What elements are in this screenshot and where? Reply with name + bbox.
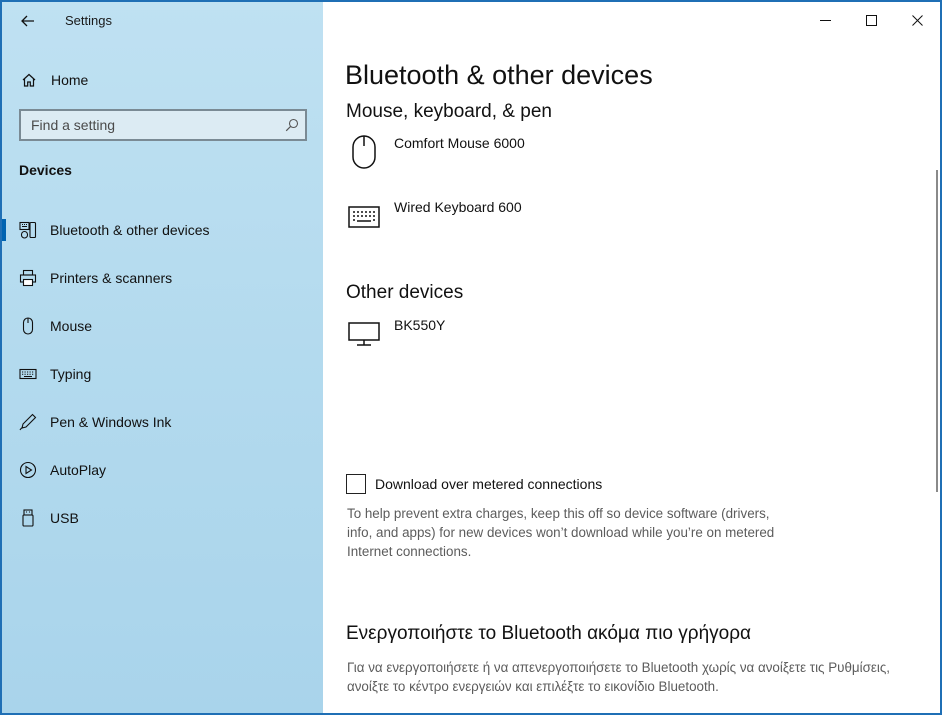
back-arrow-icon — [21, 15, 34, 27]
keyboard-icon — [19, 365, 37, 383]
search-icon[interactable] — [285, 118, 299, 132]
app-title: Settings — [65, 13, 112, 28]
sidebar-item-label: Printers & scanners — [50, 270, 173, 286]
quick-bluetooth-description: Για να ενεργοποιήσετε ή να απενεργοποιήσ… — [347, 660, 891, 694]
usb-icon — [19, 509, 37, 527]
pen-icon — [19, 413, 37, 431]
mouse-keyboard-pen-heading: Mouse, keyboard, & pen — [346, 101, 552, 122]
window-controls — [802, 2, 940, 38]
bluetooth-devices-icon — [19, 221, 37, 239]
minimize-icon — [819, 19, 831, 21]
maximize-button[interactable] — [848, 2, 894, 38]
sidebar-nav: Bluetooth & other devices Printers & sca… — [2, 206, 323, 542]
search-box[interactable] — [19, 109, 307, 141]
sidebar-item-usb[interactable]: USB — [2, 494, 323, 542]
home-icon — [22, 73, 36, 87]
page-title: Bluetooth & other devices — [345, 60, 653, 90]
sidebar-item-autoplay[interactable]: AutoPlay — [2, 446, 323, 494]
close-button[interactable] — [894, 2, 940, 38]
titlebar-left: Settings — [2, 2, 323, 40]
sidebar-item-printers[interactable]: Printers & scanners — [2, 254, 323, 302]
minimize-button[interactable] — [802, 2, 848, 38]
sidebar: Settings Home Devices Bluetooth & other … — [2, 2, 323, 713]
keyboard-icon — [347, 199, 381, 235]
maximize-icon — [865, 14, 877, 26]
back-button[interactable] — [16, 10, 40, 32]
printer-icon — [19, 269, 37, 287]
metered-connections-checkbox[interactable] — [346, 474, 366, 494]
mouse-icon — [347, 134, 381, 170]
metered-description: To help prevent extra charges, keep this… — [347, 506, 775, 559]
sidebar-item-label: AutoPlay — [50, 462, 107, 478]
device-item-keyboard[interactable]: Wired Keyboard 600 — [345, 198, 745, 248]
sidebar-item-label: Mouse — [50, 318, 93, 334]
device-name: Comfort Mouse 6000 — [394, 135, 525, 151]
mouse-icon — [19, 317, 37, 335]
metered-connections-label: Download over metered connections — [375, 476, 603, 492]
sidebar-item-mouse[interactable]: Mouse — [2, 302, 323, 350]
other-devices-heading: Other devices — [346, 282, 464, 303]
device-name: BK550Y — [394, 317, 446, 333]
home-label: Home — [51, 72, 89, 88]
metered-connections-option[interactable]: Download over metered connections — [346, 474, 602, 494]
sidebar-item-label: Pen & Windows Ink — [50, 414, 172, 430]
sidebar-item-bluetooth[interactable]: Bluetooth & other devices — [2, 206, 323, 254]
sidebar-item-label: Typing — [50, 366, 92, 382]
autoplay-icon — [19, 461, 37, 479]
sidebar-item-typing[interactable]: Typing — [2, 350, 323, 398]
quick-bluetooth-heading: Ενεργοποιήστε το Bluetooth ακόμα πιο γρή… — [346, 623, 752, 644]
main-content: Bluetooth & other devices Mouse, keyboar… — [323, 2, 940, 713]
home-nav-item[interactable]: Home — [2, 64, 323, 96]
devices-section-label: Devices — [19, 162, 72, 178]
sidebar-item-pen[interactable]: Pen & Windows Ink — [2, 398, 323, 446]
device-name: Wired Keyboard 600 — [394, 199, 522, 215]
device-item-mouse[interactable]: Comfort Mouse 6000 — [345, 134, 745, 184]
scrollbar[interactable] — [936, 170, 938, 492]
monitor-icon — [347, 316, 381, 352]
search-input[interactable] — [21, 111, 271, 139]
close-icon — [911, 14, 923, 26]
settings-window: Settings Home Devices Bluetooth & other … — [2, 2, 940, 713]
device-item-monitor[interactable]: BK550Y — [345, 316, 745, 366]
sidebar-item-label: Bluetooth & other devices — [50, 222, 210, 238]
sidebar-item-label: USB — [50, 510, 79, 526]
